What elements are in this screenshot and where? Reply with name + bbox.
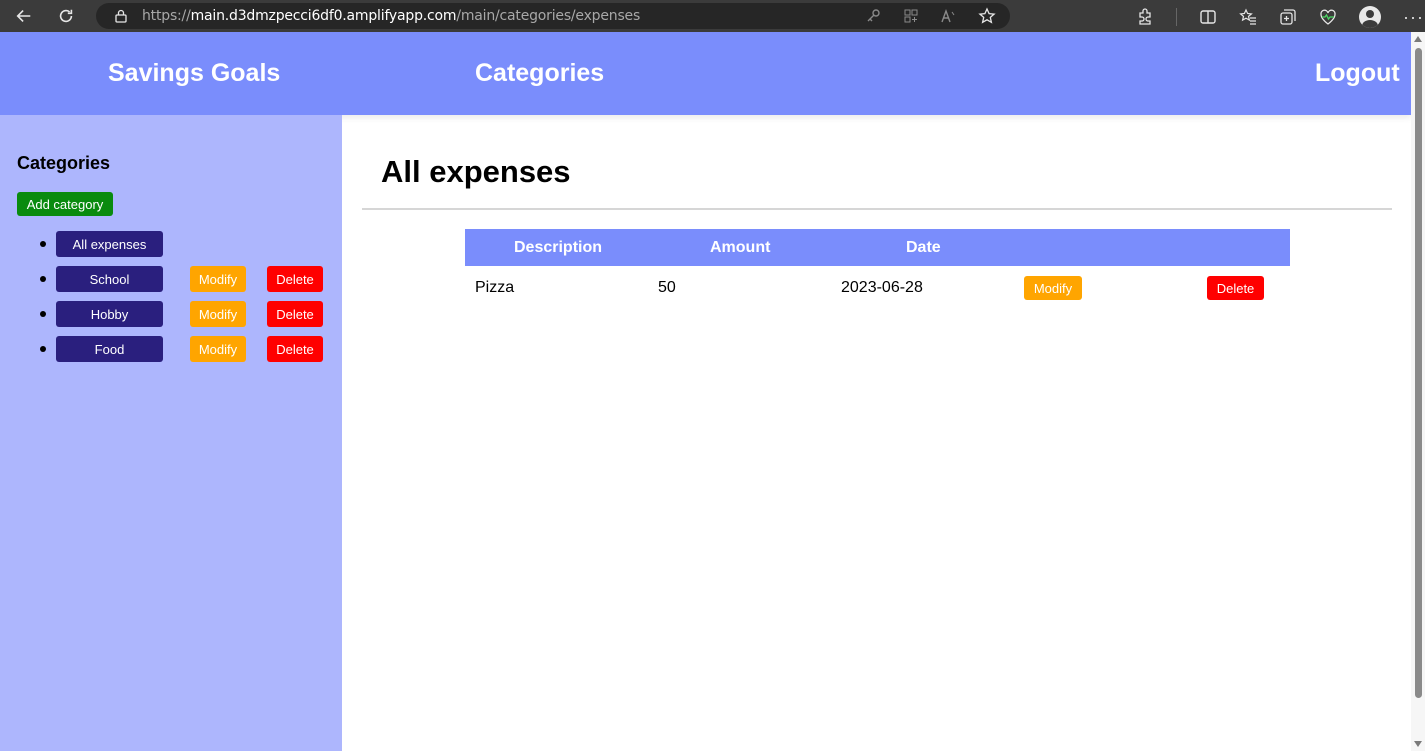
category-school-button[interactable]: School bbox=[56, 266, 163, 292]
delete-expense-button[interactable]: Delete bbox=[1207, 276, 1264, 300]
apps-icon[interactable] bbox=[902, 7, 920, 25]
more-icon[interactable]: ··· bbox=[1403, 8, 1424, 26]
column-header-date: Date bbox=[906, 239, 941, 256]
collections-icon[interactable] bbox=[1279, 8, 1297, 26]
nav-categories[interactable]: Categories bbox=[475, 59, 604, 88]
scroll-up-icon[interactable] bbox=[1414, 36, 1422, 42]
vertical-scrollbar[interactable] bbox=[1411, 32, 1425, 751]
sidebar: Categories Add category All expenses Sch… bbox=[0, 115, 342, 751]
divider bbox=[362, 208, 1392, 210]
url-text: https://main.d3dmzpecci6df0.amplifyapp.c… bbox=[142, 8, 641, 24]
back-arrow-icon[interactable] bbox=[10, 2, 38, 30]
list-item: Hobby Modify Delete bbox=[0, 301, 342, 327]
delete-school-button[interactable]: Delete bbox=[267, 266, 323, 292]
page-title: All expenses bbox=[381, 154, 571, 189]
key-icon[interactable] bbox=[864, 7, 882, 25]
list-item: Food Modify Delete bbox=[0, 336, 342, 362]
category-food-button[interactable]: Food bbox=[56, 336, 163, 362]
bullet bbox=[40, 241, 46, 247]
favorites-icon[interactable] bbox=[1239, 8, 1257, 26]
logout-link[interactable]: Logout bbox=[1315, 59, 1400, 88]
list-item: School Modify Delete bbox=[0, 266, 342, 292]
cell-date: 2023-06-28 bbox=[841, 279, 923, 296]
app-header: Savings Goals Categories Logout bbox=[0, 32, 1411, 115]
extensions-icon[interactable] bbox=[1136, 8, 1154, 26]
cell-amount: 50 bbox=[658, 279, 676, 296]
split-screen-icon[interactable] bbox=[1199, 8, 1217, 26]
delete-food-button[interactable]: Delete bbox=[267, 336, 323, 362]
nav-savings-goals[interactable]: Savings Goals bbox=[108, 59, 280, 88]
scroll-down-icon[interactable] bbox=[1414, 741, 1422, 747]
modify-food-button[interactable]: Modify bbox=[190, 336, 246, 362]
category-all-expenses-button[interactable]: All expenses bbox=[56, 231, 163, 257]
modify-hobby-button[interactable]: Modify bbox=[190, 301, 246, 327]
column-header-amount: Amount bbox=[710, 239, 771, 256]
modify-school-button[interactable]: Modify bbox=[190, 266, 246, 292]
sidebar-title: Categories bbox=[17, 153, 111, 173]
category-hobby-button[interactable]: Hobby bbox=[56, 301, 163, 327]
refresh-icon[interactable] bbox=[52, 2, 80, 30]
list-item: All expenses bbox=[0, 231, 342, 257]
modify-expense-button[interactable]: Modify bbox=[1024, 276, 1082, 300]
browser-toolbar: https://main.d3dmzpecci6df0.amplifyapp.c… bbox=[0, 0, 1425, 32]
bullet bbox=[40, 311, 46, 317]
star-icon[interactable] bbox=[978, 7, 996, 25]
read-aloud-icon[interactable] bbox=[940, 7, 958, 25]
cell-description: Pizza bbox=[475, 279, 515, 296]
health-icon[interactable] bbox=[1319, 8, 1337, 26]
address-bar[interactable]: https://main.d3dmzpecci6df0.amplifyapp.c… bbox=[96, 3, 1010, 29]
bullet bbox=[40, 276, 46, 282]
delete-hobby-button[interactable]: Delete bbox=[267, 301, 323, 327]
bullet bbox=[40, 346, 46, 352]
profile-icon[interactable] bbox=[1359, 6, 1381, 28]
scroll-thumb[interactable] bbox=[1415, 48, 1422, 698]
lock-icon[interactable] bbox=[114, 9, 128, 23]
column-header-description: Description bbox=[514, 239, 603, 256]
table-header: Description Amount Date bbox=[465, 229, 1290, 266]
add-category-button[interactable]: Add category bbox=[17, 192, 113, 216]
